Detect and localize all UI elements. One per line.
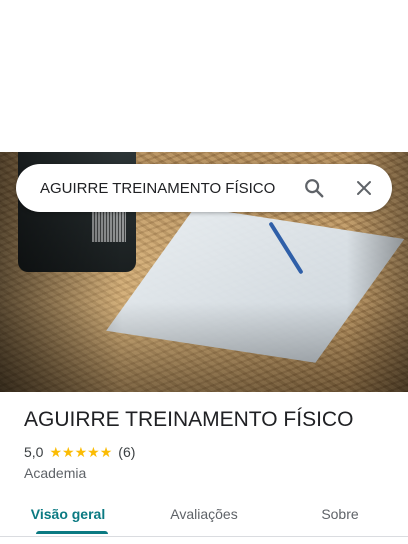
star-icon: ★ <box>49 444 63 460</box>
star-icon: ★ <box>99 444 113 460</box>
rating-value: 5,0 <box>24 444 44 460</box>
star-icon: ★ <box>62 444 75 460</box>
place-tabs: Visão geral Avaliações Sobre <box>0 492 408 536</box>
place-category: Academia <box>24 465 87 481</box>
map-area-blank <box>0 0 408 152</box>
review-count[interactable]: (6) <box>118 444 135 460</box>
close-icon[interactable] <box>344 168 384 208</box>
tab-reviews[interactable]: Avaliações <box>136 492 272 536</box>
place-title: AGUIRRE TREINAMENTO FÍSICO <box>24 408 354 431</box>
tabs-divider <box>0 536 408 537</box>
star-icon: ★ <box>74 444 88 460</box>
star-icon: ★ <box>87 444 100 460</box>
search-icon[interactable] <box>294 168 334 208</box>
search-bar[interactable]: AGUIRRE TREINAMENTO FÍSICO <box>16 164 392 212</box>
search-input[interactable]: AGUIRRE TREINAMENTO FÍSICO <box>40 180 294 197</box>
star-rating: ★ ★ ★ ★ ★ <box>49 445 112 459</box>
photo-shade <box>0 302 408 392</box>
tab-overview[interactable]: Visão geral <box>0 492 136 536</box>
tab-about[interactable]: Sobre <box>272 492 408 536</box>
rating-row[interactable]: 5,0 ★ ★ ★ ★ ★ (6) <box>24 444 135 460</box>
